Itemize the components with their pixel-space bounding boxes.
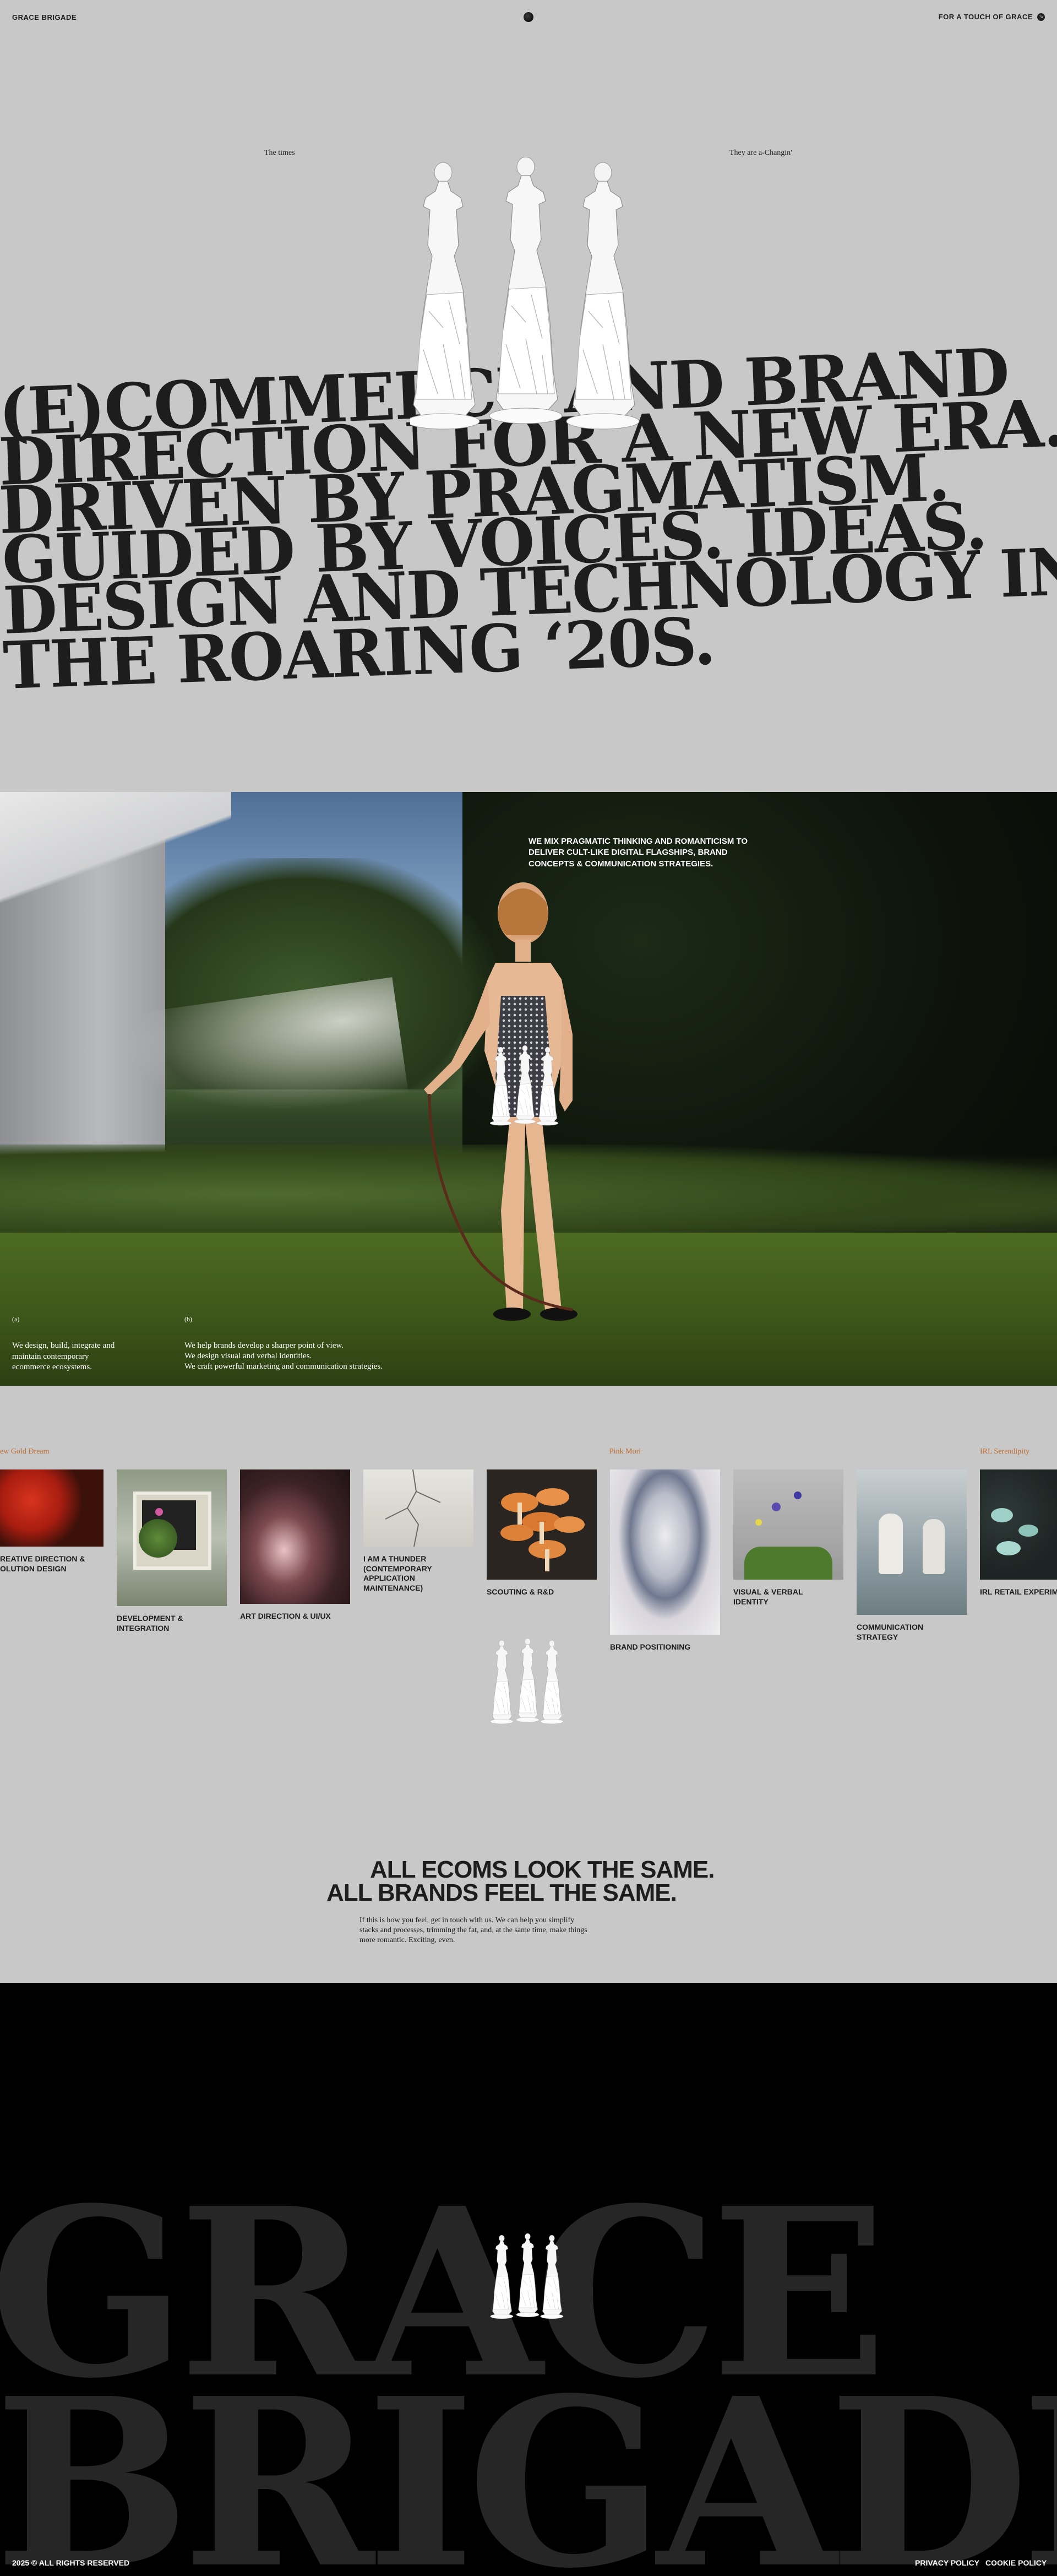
statement-body: If this is how you feel, get in touch wi… — [359, 1916, 587, 1945]
statue-trio-icon-middle — [490, 1639, 567, 1727]
col-a-marker: (a) — [12, 1315, 20, 1323]
service-label-art-direction[interactable]: ART DIRECTION & UI/UX — [240, 1612, 345, 1621]
service-label-communication[interactable]: COMMUNICATION STRATEGY — [857, 1623, 967, 1642]
service-tile-visual-identity[interactable] — [733, 1469, 843, 1580]
service-tile-scouting[interactable] — [487, 1469, 597, 1580]
service-label-irl-retail[interactable]: IRL RETAIL EXPERIME — [980, 1587, 1057, 1597]
statue-trio-icon-small — [490, 1045, 562, 1128]
footer-wordmark-brigade: BRIGADE — [0, 2348, 1057, 2576]
service-tile-communication[interactable] — [857, 1469, 967, 1615]
service-label-creative-direction[interactable]: REATIVE DIRECTION & OLUTION DESIGN — [0, 1554, 105, 1574]
service-label-scouting[interactable]: SCOUTING & R&D — [487, 1587, 591, 1597]
footer: GRACE BRIGADE 2025 © ALL RIGHTS RESERVED… — [0, 1983, 1057, 2576]
service-tile-brand-positioning[interactable] — [610, 1469, 720, 1635]
service-tile-thunder[interactable] — [363, 1469, 473, 1547]
service-label-thunder[interactable]: I AM A THUNDER (CONTEMPORARY APPLICATION… — [363, 1554, 451, 1593]
col-b-line-3: We craft powerful marketing and communic… — [184, 1362, 383, 1371]
col-a-text: We design, build, integrate and maintain… — [12, 1341, 115, 1371]
service-tile-art-direction[interactable] — [240, 1469, 350, 1604]
statement-line-2: ALL BRANDS FEEL THE SAME. — [326, 1879, 677, 1906]
group-label-irl-serendipity: IRL Serendipity — [980, 1447, 1030, 1456]
col-b-line-1: We help brands develop a sharper point o… — [184, 1341, 344, 1350]
col-b-line-2: We design visual and verbal identities. — [184, 1352, 312, 1360]
col-b-marker: (b) — [184, 1315, 192, 1323]
hero-photo: WE MIX PRAGMATIC THINKING AND ROMANTICIS… — [0, 792, 1057, 1386]
intro-headline: WE MIX PRAGMATIC THINKING AND ROMANTICIS… — [528, 837, 748, 869]
statue-trio-icon-footer — [490, 2233, 567, 2322]
service-label-visual-identity[interactable]: VISUAL & VERBAL IDENTITY — [733, 1587, 838, 1607]
privacy-policy-link[interactable]: PRIVACY POLICY — [915, 2558, 979, 2567]
service-tile-irl-retail[interactable] — [980, 1469, 1057, 1580]
service-tile-creative-direction[interactable] — [0, 1469, 103, 1547]
group-label-pink-mori: Pink Mori — [609, 1447, 641, 1456]
statue-trio-icon — [410, 157, 647, 438]
service-tile-development[interactable] — [117, 1469, 227, 1606]
cookie-policy-link[interactable]: COOKIE POLICY — [985, 2558, 1047, 2567]
service-label-development[interactable]: DEVELOPMENT & INTEGRATION — [117, 1614, 221, 1633]
service-label-brand-positioning[interactable]: BRAND POSITIONING — [610, 1642, 715, 1652]
group-label-gold-dream: ew Gold Dream — [0, 1447, 50, 1456]
copyright: 2025 © ALL RIGHTS RESERVED — [12, 2558, 130, 2567]
